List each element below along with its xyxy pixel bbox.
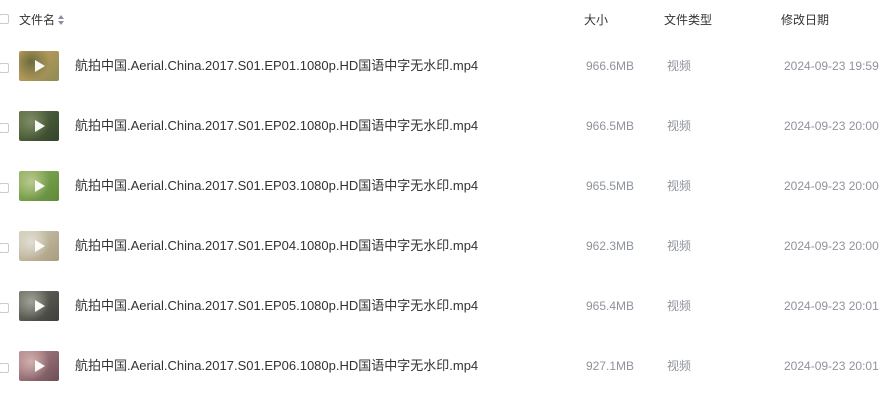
name-column-label: 文件名 (19, 13, 56, 27)
file-type: 视频 (667, 59, 692, 73)
file-type: 视频 (667, 359, 692, 373)
file-row[interactable]: 航拍中国.Aerial.China.2017.S01.EP04.1080p.HD… (0, 218, 892, 278)
file-type: 视频 (667, 239, 692, 253)
row-checkbox[interactable] (0, 63, 9, 73)
video-thumbnail[interactable] (19, 291, 59, 321)
file-name[interactable]: 航拍中国.Aerial.China.2017.S01.EP04.1080p.HD… (75, 237, 478, 255)
modified-date: 2024-09-23 20:01 (784, 359, 879, 373)
play-icon (35, 240, 45, 252)
row-checkbox[interactable] (0, 183, 9, 193)
name-column-header[interactable]: 文件名 (19, 12, 66, 28)
file-row[interactable]: 航拍中国.Aerial.China.2017.S01.EP02.1080p.HD… (0, 98, 892, 158)
play-icon (35, 120, 45, 132)
file-size: 927.1MB (586, 359, 635, 373)
file-row[interactable]: 航拍中国.Aerial.China.2017.S01.EP06.1080p.HD… (0, 338, 892, 398)
type-column-header[interactable]: 文件类型 (664, 12, 712, 28)
file-name[interactable]: 航拍中国.Aerial.China.2017.S01.EP05.1080p.HD… (75, 297, 478, 315)
modified-date: 2024-09-23 20:01 (784, 299, 879, 313)
play-icon (35, 360, 45, 372)
modified-date: 2024-09-23 20:00 (784, 119, 879, 133)
file-row[interactable]: 航拍中国.Aerial.China.2017.S01.EP01.1080p.HD… (0, 38, 892, 98)
file-type: 视频 (667, 119, 692, 133)
row-checkbox[interactable] (0, 363, 9, 373)
video-thumbnail[interactable] (19, 111, 59, 141)
file-size: 966.5MB (586, 119, 635, 133)
play-icon (35, 300, 45, 312)
file-name[interactable]: 航拍中国.Aerial.China.2017.S01.EP06.1080p.HD… (75, 357, 478, 375)
size-column-header[interactable]: 大小 (584, 12, 608, 28)
modified-date: 2024-09-23 20:00 (784, 179, 879, 193)
video-thumbnail[interactable] (19, 51, 59, 81)
file-list-header: 文件名 大小 文件类型 修改日期 (0, 0, 892, 40)
file-name[interactable]: 航拍中国.Aerial.China.2017.S01.EP02.1080p.HD… (75, 117, 478, 135)
file-size: 962.3MB (586, 239, 635, 253)
video-thumbnail[interactable] (19, 171, 59, 201)
file-row[interactable]: 航拍中国.Aerial.China.2017.S01.EP05.1080p.HD… (0, 278, 892, 338)
file-size: 965.5MB (586, 179, 635, 193)
sort-icon[interactable] (58, 14, 66, 26)
file-type: 视频 (667, 179, 692, 193)
modified-date: 2024-09-23 20:00 (784, 239, 879, 253)
file-name[interactable]: 航拍中国.Aerial.China.2017.S01.EP03.1080p.HD… (75, 177, 478, 195)
select-all-checkbox[interactable] (0, 14, 9, 24)
file-size: 965.4MB (586, 299, 635, 313)
file-row[interactable]: 航拍中国.Aerial.China.2017.S01.EP03.1080p.HD… (0, 158, 892, 218)
modified-date: 2024-09-23 19:59 (784, 59, 879, 73)
file-name[interactable]: 航拍中国.Aerial.China.2017.S01.EP01.1080p.HD… (75, 57, 478, 75)
play-icon (35, 180, 45, 192)
date-column-header[interactable]: 修改日期 (781, 12, 829, 28)
video-thumbnail[interactable] (19, 351, 59, 381)
row-checkbox[interactable] (0, 303, 9, 313)
file-size: 966.6MB (586, 59, 635, 73)
file-type: 视频 (667, 299, 692, 313)
row-checkbox[interactable] (0, 123, 9, 133)
video-thumbnail[interactable] (19, 231, 59, 261)
play-icon (35, 60, 45, 72)
row-checkbox[interactable] (0, 243, 9, 253)
